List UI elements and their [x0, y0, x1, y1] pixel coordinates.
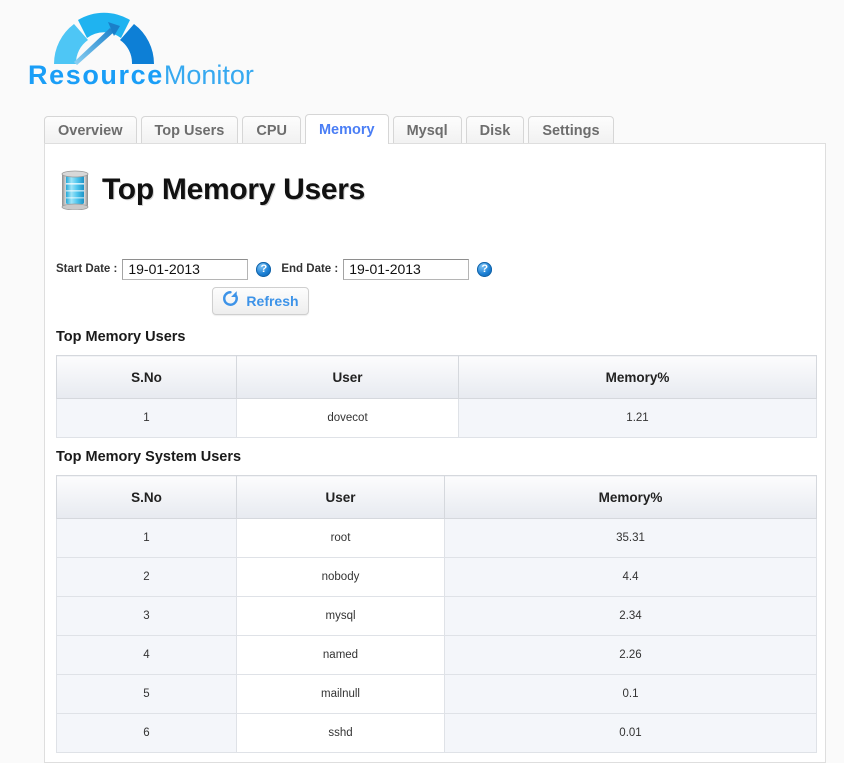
app-logo: ResourceMonitor — [28, 4, 328, 96]
section-title-top-memory-system-users: Top Memory System Users — [56, 449, 242, 465]
cell-sno: 6 — [56, 713, 237, 753]
cell-user: nobody — [236, 557, 445, 597]
cell-sno: 3 — [56, 596, 237, 636]
cell-user: root — [236, 518, 445, 558]
cell-sno: 4 — [56, 635, 237, 675]
logo-word-resource: Resource — [28, 60, 164, 90]
top-memory-system-users-table: S.No User Memory% 1 root 35.31 2 nobody … — [56, 475, 817, 753]
cell-user: named — [236, 635, 445, 675]
refresh-label: Refresh — [246, 293, 299, 309]
table-row: 6 sshd 0.01 — [56, 713, 817, 753]
page-title: Top Memory Users — [102, 173, 366, 206]
top-memory-users-table: S.No User Memory% 1 dovecot 1.21 — [56, 355, 817, 438]
tab-memory[interactable]: Memory — [304, 114, 389, 144]
start-date-help-icon[interactable]: ? — [256, 261, 272, 277]
date-filter-row: Start Date : ? End Date : ? — [56, 258, 496, 280]
section-title-top-memory-users: Top Memory Users — [56, 329, 186, 345]
gauge-logo-icon — [50, 6, 158, 66]
cell-sno: 1 — [56, 398, 237, 438]
refresh-icon — [222, 290, 239, 312]
page-header: Top Memory Users — [61, 170, 366, 211]
tab-overview[interactable]: Overview — [44, 116, 137, 144]
cell-user: sshd — [236, 713, 445, 753]
table-header-row: S.No User Memory% — [56, 475, 817, 519]
tab-top-users[interactable]: Top Users — [140, 116, 239, 144]
table-row: 1 root 35.31 — [56, 518, 817, 558]
column-header-memory: Memory% — [444, 475, 817, 519]
end-date-help-icon[interactable]: ? — [477, 261, 493, 277]
tab-cpu[interactable]: CPU — [242, 116, 301, 144]
top-memory-users-section: Top Memory Users S.No User Memory% 1 dov… — [56, 329, 817, 438]
cell-memory: 0.1 — [444, 674, 817, 714]
start-date-label: Start Date : — [56, 263, 118, 275]
cell-memory: 4.4 — [444, 557, 817, 597]
end-date-label: End Date : — [281, 263, 339, 275]
cell-sno: 5 — [56, 674, 237, 714]
column-header-sno: S.No — [56, 355, 237, 399]
content-panel: Top Memory Users Start Date : ? End Date… — [44, 143, 826, 763]
cell-memory: 2.34 — [444, 596, 817, 636]
end-date-input[interactable] — [343, 258, 470, 280]
table-header-row: S.No User Memory% — [56, 355, 817, 399]
column-header-user: User — [236, 355, 459, 399]
cell-sno: 2 — [56, 557, 237, 597]
main-tab-bar: Overview Top Users CPU Memory Mysql Disk… — [44, 113, 826, 144]
table-row: 5 mailnull 0.1 — [56, 674, 817, 714]
table-row: 1 dovecot 1.21 — [56, 398, 817, 438]
table-row: 3 mysql 2.34 — [56, 596, 817, 636]
memory-module-icon — [61, 170, 89, 211]
cell-sno: 1 — [56, 518, 237, 558]
cell-memory: 2.26 — [444, 635, 817, 675]
refresh-button[interactable]: Refresh — [212, 287, 309, 315]
cell-user: mailnull — [236, 674, 445, 714]
logo-word-monitor: Monitor — [163, 60, 254, 90]
cell-user: mysql — [236, 596, 445, 636]
logo-wordmark: ResourceMonitor — [28, 60, 254, 91]
cell-user: dovecot — [236, 398, 459, 438]
tab-mysql[interactable]: Mysql — [392, 116, 462, 144]
column-header-memory: Memory% — [458, 355, 817, 399]
table-row: 2 nobody 4.4 — [56, 557, 817, 597]
top-memory-system-users-section: Top Memory System Users S.No User Memory… — [56, 449, 817, 753]
start-date-input[interactable] — [122, 258, 249, 280]
tab-settings[interactable]: Settings — [528, 116, 614, 144]
cell-memory: 1.21 — [458, 398, 817, 438]
cell-memory: 0.01 — [444, 713, 817, 753]
tab-disk[interactable]: Disk — [465, 116, 525, 144]
column-header-sno: S.No — [56, 475, 237, 519]
table-row: 4 named 2.26 — [56, 635, 817, 675]
cell-memory: 35.31 — [444, 518, 817, 558]
column-header-user: User — [236, 475, 445, 519]
